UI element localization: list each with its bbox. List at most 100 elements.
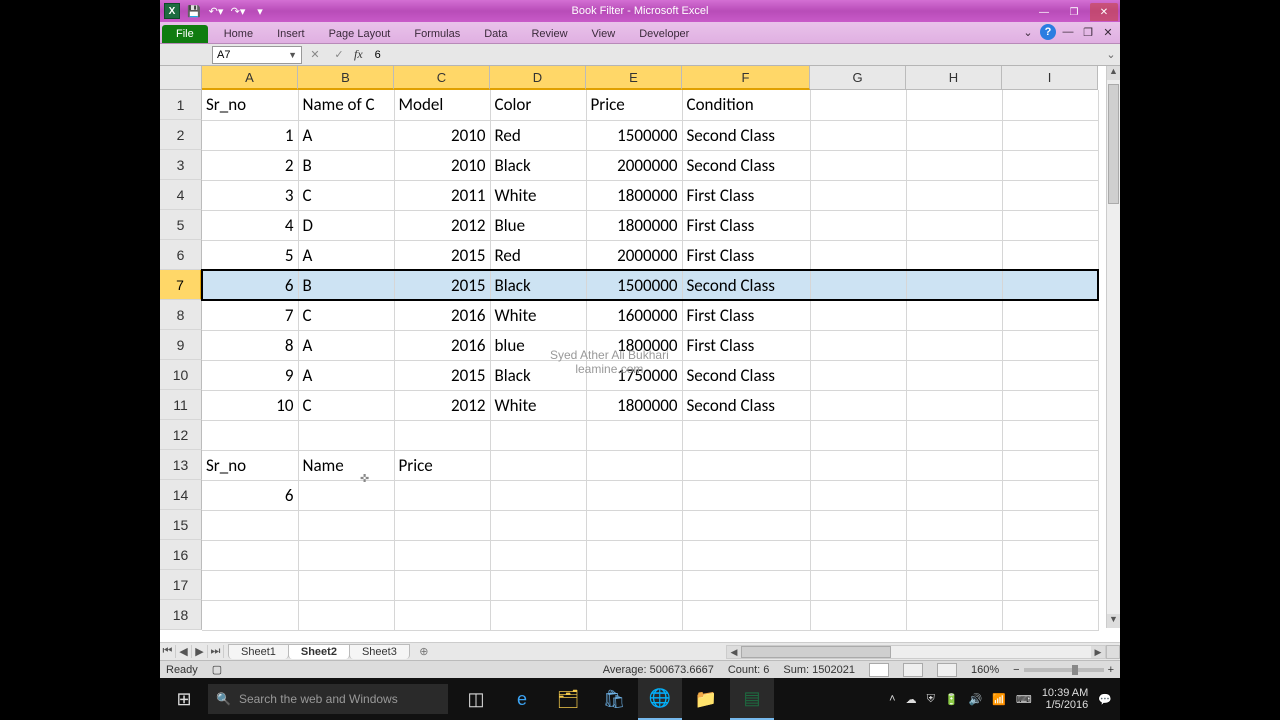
cell-I2[interactable] (1002, 120, 1098, 150)
cell-H17[interactable] (906, 570, 1002, 600)
workbook-close-icon[interactable]: ✕ (1100, 24, 1116, 40)
cell-I10[interactable] (1002, 360, 1098, 390)
cell-I17[interactable] (1002, 570, 1098, 600)
cell-H12[interactable] (906, 420, 1002, 450)
cell-H6[interactable] (906, 240, 1002, 270)
cell-A1[interactable]: Sr_no (202, 90, 298, 120)
row-header-12[interactable]: 12 (160, 420, 202, 450)
sheet-tab-sheet3[interactable]: Sheet3 (349, 644, 410, 659)
cell-F1[interactable]: Condition (682, 90, 810, 120)
file-tab[interactable]: File (162, 25, 208, 43)
cell-E3[interactable]: 2000000 (586, 150, 682, 180)
cell-D15[interactable] (490, 510, 586, 540)
row-header-1[interactable]: 1 (160, 90, 202, 120)
cell-D2[interactable]: Red (490, 120, 586, 150)
tray-up-icon[interactable]: ˄ (889, 693, 895, 705)
cell-D7[interactable]: Black (490, 270, 586, 300)
cell-F3[interactable]: Second Class (682, 150, 810, 180)
cell-F15[interactable] (682, 510, 810, 540)
cell-E13[interactable] (586, 450, 682, 480)
cell-H4[interactable] (906, 180, 1002, 210)
cell-G3[interactable] (810, 150, 906, 180)
row-header-8[interactable]: 8 (160, 300, 202, 330)
row-header-2[interactable]: 2 (160, 120, 202, 150)
cell-F6[interactable]: First Class (682, 240, 810, 270)
cell-C17[interactable] (394, 570, 490, 600)
zoom-out-button[interactable]: − (1013, 664, 1019, 676)
cell-H18[interactable] (906, 600, 1002, 630)
zoom-slider[interactable] (1024, 668, 1104, 672)
cell-E7[interactable]: 1500000 (586, 270, 682, 300)
close-button[interactable]: ✕ (1090, 3, 1118, 21)
cell-D17[interactable] (490, 570, 586, 600)
cell-F11[interactable]: Second Class (682, 390, 810, 420)
cell-H7[interactable] (906, 270, 1002, 300)
cell-A6[interactable]: 5 (202, 240, 298, 270)
tab-page-layout[interactable]: Page Layout (317, 25, 403, 43)
cancel-formula-icon[interactable]: ✕ (306, 48, 324, 61)
cell-H13[interactable] (906, 450, 1002, 480)
cell-G5[interactable] (810, 210, 906, 240)
row-header-14[interactable]: 14 (160, 480, 202, 510)
cell-I15[interactable] (1002, 510, 1098, 540)
cell-E6[interactable]: 2000000 (586, 240, 682, 270)
cell-I7[interactable] (1002, 270, 1098, 300)
cell-E1[interactable]: Price (586, 90, 682, 120)
cell-H3[interactable] (906, 150, 1002, 180)
scroll-down-icon[interactable]: ▼ (1107, 614, 1120, 628)
cell-B12[interactable] (298, 420, 394, 450)
cell-F8[interactable]: First Class (682, 300, 810, 330)
cell-D6[interactable]: Red (490, 240, 586, 270)
column-header-E[interactable]: E (586, 66, 682, 90)
scroll-right-icon[interactable]: ▶ (1091, 646, 1105, 658)
cell-B10[interactable]: A (298, 360, 394, 390)
cell-G1[interactable] (810, 90, 906, 120)
cell-B14[interactable] (298, 480, 394, 510)
cell-A14[interactable]: 6 (202, 480, 298, 510)
column-header-F[interactable]: F (682, 66, 810, 90)
cell-I11[interactable] (1002, 390, 1098, 420)
cell-I5[interactable] (1002, 210, 1098, 240)
new-sheet-icon[interactable]: ⊕ (415, 645, 433, 658)
edge-icon[interactable]: e (500, 678, 544, 720)
cell-C14[interactable] (394, 480, 490, 510)
cell-C2[interactable]: 2010 (394, 120, 490, 150)
macro-record-icon[interactable]: ▢ (212, 663, 222, 676)
cell-A13[interactable]: Sr_no (202, 450, 298, 480)
cell-I16[interactable] (1002, 540, 1098, 570)
enter-formula-icon[interactable]: ✓ (330, 48, 348, 61)
row-header-13[interactable]: 13 (160, 450, 202, 480)
cell-H14[interactable] (906, 480, 1002, 510)
cell-G16[interactable] (810, 540, 906, 570)
restore-button[interactable]: ❐ (1060, 3, 1088, 21)
cell-E10[interactable]: 1750000 (586, 360, 682, 390)
qat-dropdown-icon[interactable]: ▾ (252, 3, 268, 19)
cell-B6[interactable]: A (298, 240, 394, 270)
cell-D12[interactable] (490, 420, 586, 450)
cell-E11[interactable]: 1800000 (586, 390, 682, 420)
row-header-17[interactable]: 17 (160, 570, 202, 600)
cell-I8[interactable] (1002, 300, 1098, 330)
cell-B18[interactable] (298, 600, 394, 630)
column-header-G[interactable]: G (810, 66, 906, 90)
cell-D13[interactable] (490, 450, 586, 480)
cell-G17[interactable] (810, 570, 906, 600)
zoom-in-button[interactable]: + (1108, 664, 1114, 676)
cell-B5[interactable]: D (298, 210, 394, 240)
cell-E14[interactable] (586, 480, 682, 510)
excel-taskbar-icon[interactable]: ▤ (730, 678, 774, 720)
cell-F14[interactable] (682, 480, 810, 510)
page-break-view-button[interactable] (937, 663, 957, 677)
tab-formulas[interactable]: Formulas (402, 25, 472, 43)
redo-icon[interactable]: ↷▾ (230, 3, 246, 19)
cell-C5[interactable]: 2012 (394, 210, 490, 240)
cell-A9[interactable]: 8 (202, 330, 298, 360)
cell-F5[interactable]: First Class (682, 210, 810, 240)
cell-I9[interactable] (1002, 330, 1098, 360)
column-header-I[interactable]: I (1002, 66, 1098, 90)
cell-E5[interactable]: 1800000 (586, 210, 682, 240)
cell-B9[interactable]: A (298, 330, 394, 360)
hscroll-thumb[interactable] (741, 646, 891, 658)
zoom-level[interactable]: 160% (971, 664, 999, 676)
row-header-15[interactable]: 15 (160, 510, 202, 540)
